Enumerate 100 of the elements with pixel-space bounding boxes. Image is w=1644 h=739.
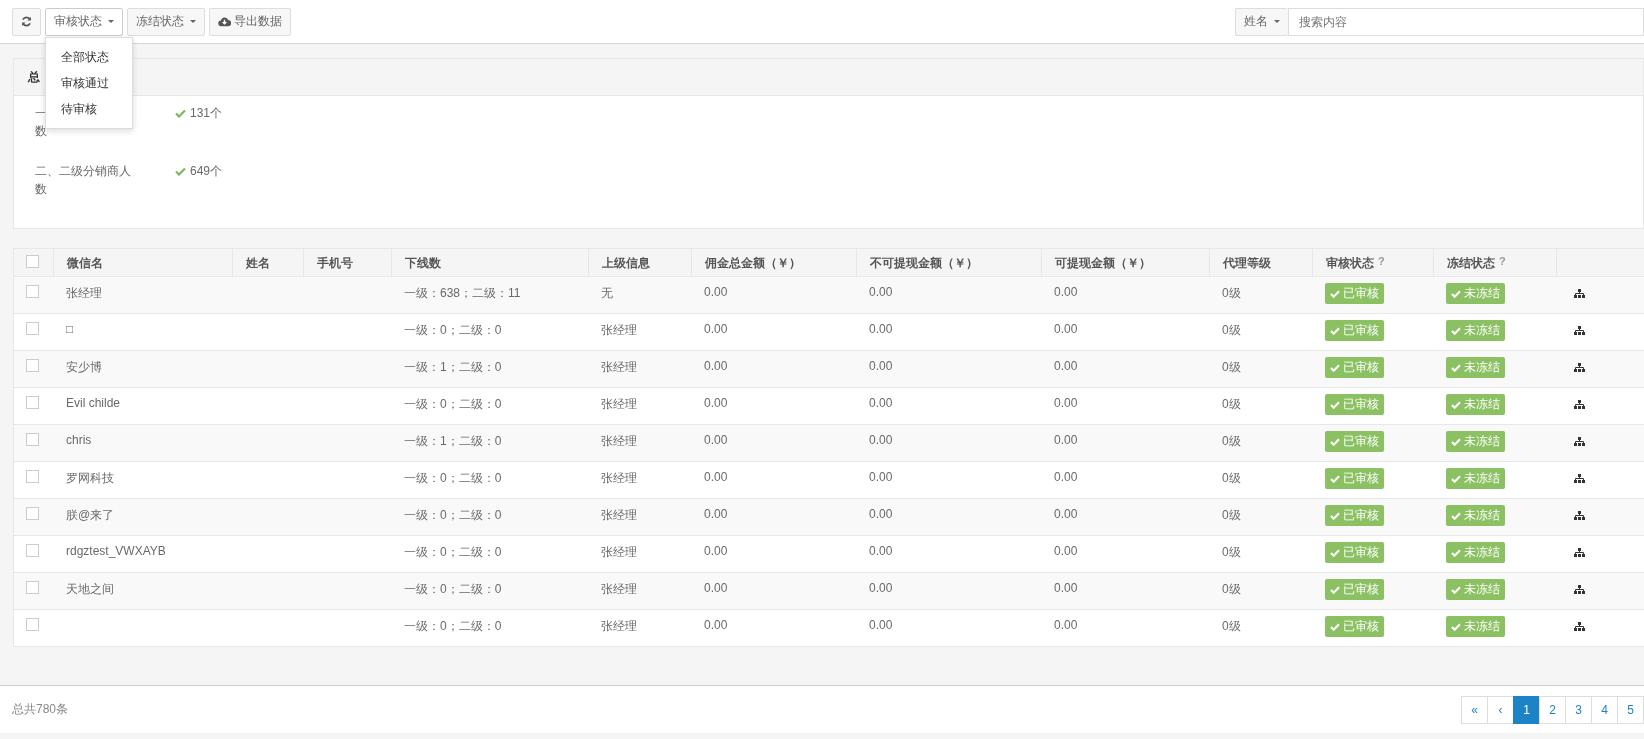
table-cell: 一级：0；二级：0 (404, 582, 502, 596)
table-cell: 一级：1；二级：0 (404, 434, 502, 448)
status-badge: 未冻结 (1446, 320, 1505, 341)
table-cell: 一级：0；二级：0 (404, 397, 502, 411)
sitemap-icon[interactable] (1574, 474, 1585, 483)
row-checkbox[interactable] (26, 544, 39, 557)
table-cell: 0.00 (1054, 322, 1078, 336)
stat-label: 数 (35, 123, 47, 140)
table-cell: 安少博 (66, 360, 102, 374)
status-badge: 已审核 (1325, 468, 1384, 489)
table-cell: 0.00 (704, 285, 728, 299)
page-button[interactable]: 3 (1565, 695, 1592, 724)
check-icon (175, 108, 186, 118)
status-badge: 未冻结 (1446, 468, 1505, 489)
table-cell: chris (66, 433, 92, 447)
table-cell: 张经理 (601, 619, 637, 633)
table-cell: 张经理 (601, 508, 637, 522)
table-cell: 一级：0；二级：0 (404, 545, 502, 559)
sitemap-icon[interactable] (1574, 437, 1585, 446)
sitemap-icon[interactable] (1574, 289, 1585, 298)
row-checkbox[interactable] (26, 322, 39, 335)
sitemap-icon[interactable] (1574, 363, 1585, 372)
sitemap-icon[interactable] (1574, 622, 1585, 631)
page-button[interactable]: 4 (1591, 695, 1618, 724)
table-cell: 张经理 (601, 471, 637, 485)
filter-dropdown[interactable]: 冻结状态 (127, 7, 205, 36)
table-cell: 0.00 (704, 396, 728, 410)
row-checkbox[interactable] (26, 618, 39, 631)
row-checkbox[interactable] (26, 285, 39, 298)
table-cell: 0.00 (704, 544, 728, 558)
table-cell: 0.00 (704, 470, 728, 484)
row-checkbox[interactable] (26, 470, 39, 483)
page-button[interactable]: 2 (1539, 695, 1566, 724)
refresh-icon (21, 16, 32, 27)
cloud-download-icon (218, 16, 231, 27)
table-cell: 0.00 (1054, 359, 1078, 373)
sitemap-icon[interactable] (1574, 326, 1585, 335)
search-field-dropdown[interactable]: 姓名 (1235, 7, 1288, 36)
row-checkbox[interactable] (26, 396, 39, 409)
table-cell: 0.00 (869, 470, 893, 484)
table-cell: 罗网科技 (66, 471, 114, 485)
table-cell: 0.00 (869, 507, 893, 521)
column-header: 下线数 (405, 255, 441, 272)
table-cell: 0.00 (704, 507, 728, 521)
sitemap-icon[interactable] (1574, 511, 1585, 520)
page-button[interactable]: ‹ (1487, 695, 1514, 724)
page-button[interactable]: « (1461, 695, 1488, 724)
column-header: 代理等级 (1223, 255, 1271, 272)
table-cell: 0级 (1222, 397, 1241, 411)
status-badge: 已审核 (1325, 394, 1384, 415)
stat-label: 数 (35, 181, 47, 198)
table-cell: 0级 (1222, 508, 1241, 522)
row-checkbox[interactable] (26, 507, 39, 520)
row-checkbox[interactable] (26, 359, 39, 372)
total-count: 总共780条 (12, 701, 69, 718)
menu-item[interactable]: 待审核 (46, 95, 132, 122)
table-cell: 0.00 (1054, 470, 1078, 484)
table-cell: 张经理 (601, 545, 637, 559)
table-cell: 0.00 (1054, 285, 1078, 299)
export-button[interactable]: 导出数据 (209, 7, 291, 36)
menu-item[interactable]: 审核通过 (46, 69, 132, 96)
status-badge: 未冻结 (1446, 283, 1505, 304)
search-field[interactable]: 搜索内容 (1288, 7, 1644, 36)
table-cell: 0.00 (704, 359, 728, 373)
table-cell: 一级：0；二级：0 (404, 508, 502, 522)
table-cell: 天地之间 (66, 582, 114, 596)
table-cell: 0.00 (869, 433, 893, 447)
status-badge: 已审核 (1325, 579, 1384, 600)
table-cell: 0.00 (869, 359, 893, 373)
sitemap-icon[interactable] (1574, 585, 1585, 594)
table-cell: 0.00 (704, 322, 728, 336)
page-button[interactable]: 1 (1513, 695, 1540, 724)
table-cell: 0级 (1222, 434, 1241, 448)
row-checkbox[interactable] (26, 581, 39, 594)
status-badge: 未冻结 (1446, 542, 1505, 563)
table-cell: 0.00 (869, 322, 893, 336)
filter-dropdown[interactable]: 审核状态 (45, 7, 123, 36)
table-cell: 0.00 (1054, 507, 1078, 521)
status-badge: 未冻结 (1446, 357, 1505, 378)
sitemap-icon[interactable] (1574, 400, 1585, 409)
select-all-checkbox[interactable] (26, 255, 39, 268)
row-checkbox[interactable] (26, 433, 39, 446)
table-cell: 朕@来了 (66, 508, 115, 522)
table-cell: 0级 (1222, 471, 1241, 485)
status-badge: 未冻结 (1446, 579, 1505, 600)
help-icon[interactable]: ? (1499, 255, 1506, 267)
table-cell: 0.00 (1054, 396, 1078, 410)
column-header: 不可提现金额（￥） (870, 255, 978, 272)
refresh-button[interactable] (12, 7, 41, 36)
menu-item[interactable]: 全部状态 (46, 43, 132, 70)
page-button[interactable]: 5 (1617, 695, 1644, 724)
table-cell: 0.00 (1054, 544, 1078, 558)
panel-title: 总 (28, 68, 40, 86)
table-cell: 0.00 (704, 618, 728, 632)
help-icon[interactable]: ? (1378, 255, 1385, 267)
table-cell: □ (66, 322, 74, 336)
table-cell: 0级 (1222, 360, 1241, 374)
column-header: 冻结状态 (1447, 255, 1495, 272)
column-header: 可提现金额（￥） (1055, 255, 1151, 272)
sitemap-icon[interactable] (1574, 548, 1585, 557)
